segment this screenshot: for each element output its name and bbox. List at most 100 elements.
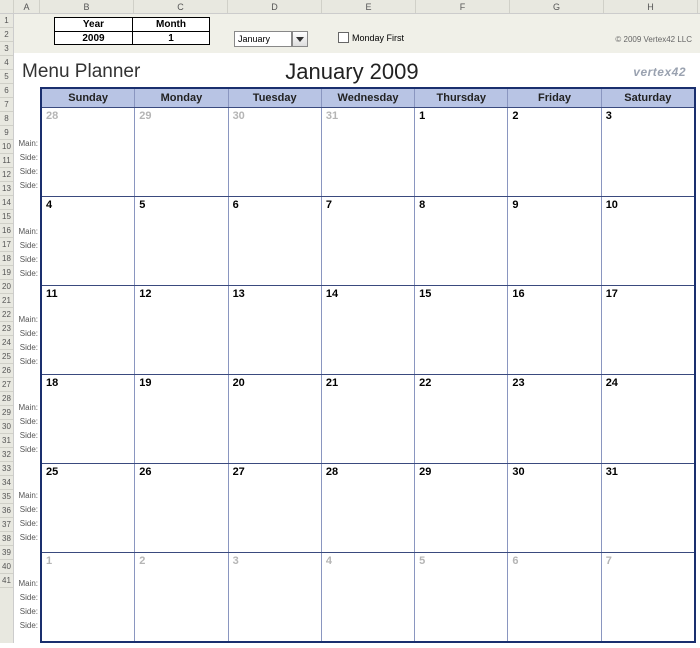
monday-first-checkbox[interactable]: Monday First — [338, 32, 404, 43]
calendar-day[interactable]: 29 — [415, 464, 508, 552]
col-header[interactable]: F — [416, 0, 510, 13]
row-header[interactable]: 8 — [0, 112, 13, 126]
row-header[interactable]: 14 — [0, 196, 13, 210]
col-header[interactable]: B — [40, 0, 134, 13]
calendar-day[interactable]: 4 — [322, 553, 415, 641]
calendar-day[interactable]: 27 — [229, 464, 322, 552]
col-header[interactable]: D — [228, 0, 322, 13]
row-header[interactable]: 16 — [0, 224, 13, 238]
row-header[interactable]: 27 — [0, 378, 13, 392]
calendar-day[interactable]: 30 — [229, 108, 322, 196]
row-header[interactable]: 31 — [0, 434, 13, 448]
calendar-day[interactable]: 12 — [135, 286, 228, 374]
col-header[interactable]: G — [510, 0, 604, 13]
calendar-day[interactable]: 4 — [42, 197, 135, 285]
row-header[interactable]: 4 — [0, 56, 13, 70]
row-header[interactable]: 22 — [0, 308, 13, 322]
calendar-day[interactable]: 7 — [602, 553, 694, 641]
row-header[interactable]: 10 — [0, 140, 13, 154]
month-dropdown[interactable]: January — [234, 31, 308, 47]
row-header[interactable]: 37 — [0, 518, 13, 532]
calendar-day[interactable]: 19 — [135, 375, 228, 463]
calendar-day[interactable]: 31 — [602, 464, 694, 552]
row-header[interactable]: 33 — [0, 462, 13, 476]
calendar-day[interactable]: 17 — [602, 286, 694, 374]
row-header[interactable]: 9 — [0, 126, 13, 140]
calendar-day[interactable]: 2 — [135, 553, 228, 641]
calendar-day[interactable]: 13 — [229, 286, 322, 374]
calendar-day[interactable]: 29 — [135, 108, 228, 196]
calendar-day[interactable]: 15 — [415, 286, 508, 374]
row-header[interactable]: 29 — [0, 406, 13, 420]
calendar-day[interactable]: 3 — [602, 108, 694, 196]
row-header[interactable]: 34 — [0, 476, 13, 490]
row-header[interactable]: 35 — [0, 490, 13, 504]
calendar-day[interactable]: 2 — [508, 108, 601, 196]
checkbox-icon[interactable] — [338, 32, 349, 43]
row-header[interactable]: 25 — [0, 350, 13, 364]
calendar-day[interactable]: 6 — [508, 553, 601, 641]
row-header[interactable]: 39 — [0, 546, 13, 560]
row-header[interactable]: 5 — [0, 70, 13, 84]
calendar-day[interactable]: 10 — [602, 197, 694, 285]
calendar-day[interactable]: 21 — [322, 375, 415, 463]
row-header[interactable]: 23 — [0, 322, 13, 336]
row-header[interactable]: 36 — [0, 504, 13, 518]
row-header[interactable]: 26 — [0, 364, 13, 378]
col-header[interactable] — [0, 0, 14, 13]
dropdown-value[interactable]: January — [234, 31, 292, 47]
row-header[interactable]: 2 — [0, 28, 13, 42]
row-header[interactable]: 28 — [0, 392, 13, 406]
calendar-day[interactable]: 9 — [508, 197, 601, 285]
calendar-day[interactable]: 26 — [135, 464, 228, 552]
row-header[interactable]: 40 — [0, 560, 13, 574]
calendar-day[interactable]: 14 — [322, 286, 415, 374]
calendar-day[interactable]: 23 — [508, 375, 601, 463]
row-header[interactable]: 12 — [0, 168, 13, 182]
col-header[interactable]: E — [322, 0, 416, 13]
calendar-day[interactable]: 25 — [42, 464, 135, 552]
row-header[interactable]: 3 — [0, 42, 13, 56]
calendar-day[interactable]: 7 — [322, 197, 415, 285]
calendar-day[interactable]: 28 — [42, 108, 135, 196]
calendar-day[interactable]: 5 — [415, 553, 508, 641]
year-input[interactable]: 2009 — [54, 31, 132, 45]
calendar-day[interactable]: 24 — [602, 375, 694, 463]
row-header[interactable]: 11 — [0, 154, 13, 168]
row-header[interactable]: 18 — [0, 252, 13, 266]
calendar-day[interactable]: 11 — [42, 286, 135, 374]
col-header[interactable]: C — [134, 0, 228, 13]
row-header[interactable]: 30 — [0, 420, 13, 434]
row-header[interactable]: 6 — [0, 84, 13, 98]
row-header[interactable]: 17 — [0, 238, 13, 252]
calendar-day[interactable]: 5 — [135, 197, 228, 285]
calendar-day[interactable]: 8 — [415, 197, 508, 285]
calendar-day[interactable]: 20 — [229, 375, 322, 463]
row-header[interactable]: 24 — [0, 336, 13, 350]
row-header[interactable]: 32 — [0, 448, 13, 462]
calendar-day[interactable]: 6 — [229, 197, 322, 285]
col-header[interactable]: A — [14, 0, 40, 13]
calendar-day[interactable]: 28 — [322, 464, 415, 552]
calendar-day[interactable]: 18 — [42, 375, 135, 463]
row-header[interactable]: 13 — [0, 182, 13, 196]
month-input[interactable]: 1 — [132, 31, 210, 45]
row-header[interactable]: 20 — [0, 280, 13, 294]
row-header[interactable]: 1 — [0, 14, 13, 28]
row-header[interactable]: 21 — [0, 294, 13, 308]
calendar-day[interactable]: 30 — [508, 464, 601, 552]
calendar-day[interactable]: 31 — [322, 108, 415, 196]
calendar-day[interactable]: 3 — [229, 553, 322, 641]
col-header[interactable]: H — [604, 0, 698, 13]
row-header[interactable]: 7 — [0, 98, 13, 112]
row-header[interactable]: 41 — [0, 574, 13, 588]
calendar-day[interactable]: 1 — [415, 108, 508, 196]
calendar-day[interactable]: 1 — [42, 553, 135, 641]
row-header[interactable]: 38 — [0, 532, 13, 546]
chevron-down-icon[interactable] — [292, 31, 308, 47]
calendar-day[interactable]: 16 — [508, 286, 601, 374]
row-header[interactable]: 19 — [0, 266, 13, 280]
row-header[interactable]: 15 — [0, 210, 13, 224]
meal-label: Side: — [14, 429, 40, 443]
calendar-day[interactable]: 22 — [415, 375, 508, 463]
